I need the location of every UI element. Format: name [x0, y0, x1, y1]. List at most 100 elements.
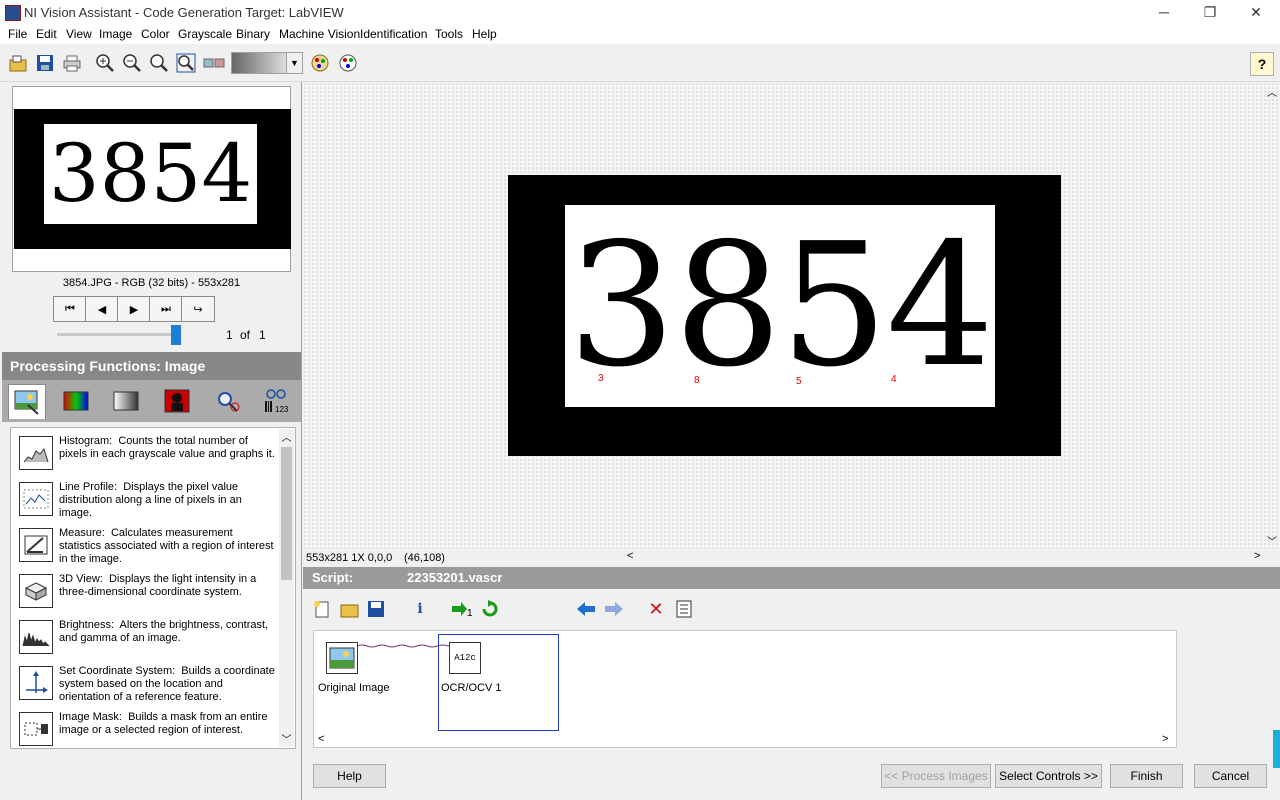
function-item-line-profile[interactable]: Line Profile: Displays the pixel value d… — [10, 479, 280, 523]
image-mask-icon — [19, 712, 53, 746]
scroll-up-icon[interactable]: ︿ — [279, 429, 294, 445]
binary-tab-icon — [164, 389, 190, 413]
info-icon[interactable]: i — [409, 598, 431, 620]
zoom-fit-icon[interactable] — [175, 52, 197, 74]
function-name: Brightness: — [59, 619, 115, 631]
first-image-button[interactable]: ⏮ — [53, 296, 87, 322]
select-controls-button[interactable]: Select Controls >> — [995, 764, 1102, 788]
restore-button[interactable]: ❐ — [1187, 0, 1233, 25]
chevron-down-icon: ▼ — [286, 53, 302, 73]
color-tab-icon — [63, 391, 89, 411]
slider-thumb[interactable] — [171, 325, 181, 345]
menu-color[interactable]: Color — [141, 27, 170, 41]
measure-icon — [19, 528, 53, 562]
menu-identification[interactable]: Identification — [360, 27, 427, 41]
menu-bar: File Edit View Image Color Grayscale Bin… — [0, 25, 1280, 44]
ocr-icon: A12c — [449, 642, 481, 674]
print-icon[interactable] — [61, 52, 83, 74]
script-properties-icon[interactable] — [673, 598, 695, 620]
function-item-brightness[interactable]: Brightness: Alters the brightness, contr… — [10, 617, 280, 661]
palette-select[interactable]: ▼ — [231, 52, 303, 74]
menu-binary[interactable]: Binary — [236, 27, 270, 41]
script-filename: 22353201.vascr — [407, 570, 503, 585]
step-label: OCR/OCV 1 — [441, 682, 502, 694]
close-button[interactable]: ✕ — [1233, 0, 1279, 25]
next-image-button[interactable]: ▶ — [117, 296, 151, 322]
save-icon[interactable] — [34, 52, 56, 74]
function-item-measure[interactable]: Measure: Calculates measurement statisti… — [10, 525, 280, 569]
cancel-button[interactable]: Cancel — [1194, 764, 1267, 788]
save-script-icon[interactable] — [365, 598, 387, 620]
run-once-icon[interactable]: 1 — [451, 598, 473, 620]
image-display-icon[interactable] — [203, 52, 225, 74]
viewer-vertical-scrollbar[interactable]: ︿ ﹀ — [1265, 84, 1279, 548]
color-palette-icon[interactable] — [337, 52, 359, 74]
scroll-down-icon[interactable]: ﹀ — [279, 731, 294, 747]
delete-step-icon[interactable]: ✕ — [645, 598, 667, 620]
last-image-button[interactable]: ⏭ — [149, 296, 183, 322]
open-script-icon[interactable] — [339, 598, 361, 620]
thumbnail-number: 3854 — [48, 127, 253, 220]
menu-view[interactable]: View — [66, 27, 92, 41]
zoom-out-icon[interactable] — [121, 52, 143, 74]
image-slider[interactable] — [57, 333, 174, 336]
identification-tab-icon: 123 — [265, 389, 289, 414]
scrollbar-thumb[interactable] — [281, 447, 292, 580]
function-name: Line Profile: — [59, 481, 118, 493]
line-profile-icon — [19, 482, 53, 516]
finish-button[interactable]: Finish — [1110, 764, 1183, 788]
function-name: Image Mask: — [59, 711, 122, 723]
script-step-original-image[interactable]: Original Image — [314, 631, 424, 711]
image-thumbnail[interactable]: 3854 — [12, 86, 291, 272]
function-item-image-mask[interactable]: Image Mask: Builds a mask from an entire… — [10, 709, 280, 749]
function-name: Histogram: — [59, 435, 113, 447]
scroll-down-icon[interactable]: ﹀ — [1265, 533, 1279, 548]
scroll-up-icon[interactable]: ︿ — [1265, 84, 1279, 99]
tab-identification[interactable]: 123 — [260, 384, 296, 418]
menu-image[interactable]: Image — [99, 27, 132, 41]
run-loop-icon[interactable] — [479, 598, 501, 620]
acquire-image-icon[interactable] — [310, 52, 332, 74]
script-header: Script: 22353201.vascr — [303, 567, 1280, 589]
script-canvas[interactable]: Original Image A12c OCR/OCV 1 < > — [313, 630, 1177, 748]
ocr-label: 5 — [796, 376, 802, 387]
tab-color[interactable] — [58, 384, 94, 418]
help-button[interactable]: Help — [313, 764, 386, 788]
scroll-right-icon[interactable]: > — [1254, 550, 1260, 562]
zoom-in-icon[interactable] — [94, 52, 116, 74]
menu-edit[interactable]: Edit — [36, 27, 57, 41]
tab-image[interactable] — [8, 384, 46, 419]
brightness-icon — [19, 620, 53, 654]
arrow-left-icon[interactable] — [575, 598, 597, 620]
function-name: Set Coordinate System: — [59, 665, 176, 677]
menu-grayscale[interactable]: Grayscale — [178, 27, 232, 41]
open-image-icon[interactable] — [8, 52, 30, 74]
page-total: 1 — [259, 328, 266, 342]
next-icon: ▶ — [129, 303, 139, 316]
help-icon[interactable]: ? — [1250, 52, 1274, 76]
function-item-set-coordinate-system[interactable]: Set Coordinate System: Builds a coordina… — [10, 663, 280, 707]
process-images-button[interactable]: << Process Images — [881, 764, 991, 788]
title-bar: NI Vision Assistant - Code Generation Ta… — [0, 0, 1280, 25]
menu-machine-vision[interactable]: Machine Vision — [279, 27, 360, 41]
tab-grayscale[interactable] — [108, 384, 144, 418]
scroll-left-icon[interactable]: < — [318, 733, 324, 745]
arrow-right-icon[interactable] — [603, 598, 625, 620]
function-item-histogram[interactable]: Histogram: Counts the total number of pi… — [10, 433, 280, 477]
menu-file[interactable]: File — [8, 27, 27, 41]
menu-help[interactable]: Help — [472, 27, 497, 41]
tab-machine-vision[interactable] — [210, 384, 246, 418]
menu-tools[interactable]: Tools — [435, 27, 463, 41]
script-step-ocr[interactable]: A12c OCR/OCV 1 — [438, 634, 559, 731]
zoom-1to1-icon[interactable] — [148, 52, 170, 74]
scroll-right-icon[interactable]: > — [1162, 733, 1168, 745]
prev-image-button[interactable]: ◀ — [85, 296, 119, 322]
loop-button[interactable]: ↪ — [181, 296, 215, 322]
new-script-icon[interactable] — [311, 598, 333, 620]
function-item-3d-view[interactable]: 3D View: Displays the light intensity in… — [10, 571, 280, 615]
cursor-coordinates: (46,108) — [404, 552, 445, 564]
image-info: 3854.JPG - RGB (32 bits) - 553x281 — [62, 277, 241, 289]
scroll-left-icon[interactable]: < — [627, 550, 633, 562]
minimize-button[interactable]: ─ — [1141, 0, 1187, 25]
tab-binary[interactable] — [159, 384, 195, 418]
